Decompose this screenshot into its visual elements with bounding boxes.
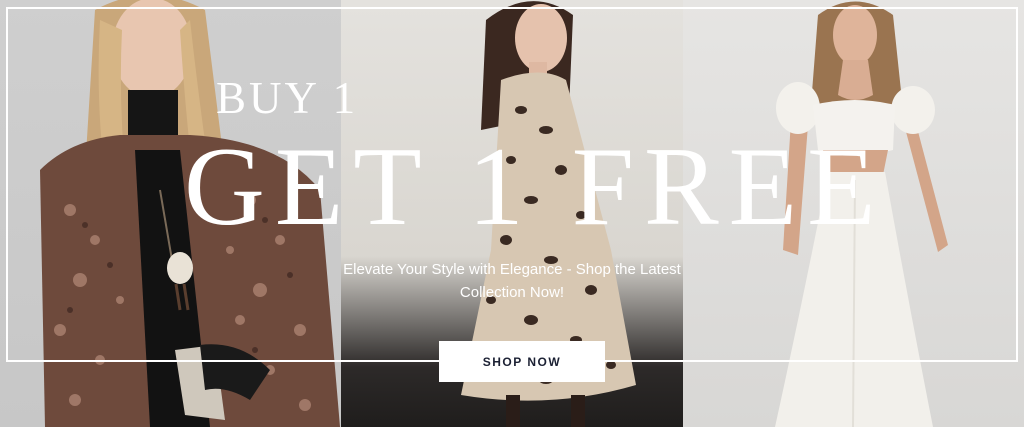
tagline-line-1: Elevate Your Style with Elegance - Shop … (343, 261, 681, 278)
headline-buy: BUY 1 (216, 73, 359, 123)
promo-banner: BUY 1 GET 1 FREE Elevate Your Style with… (0, 0, 1024, 427)
tagline: Elevate Your Style with Elegance - Shop … (292, 258, 732, 304)
tagline-line-2: Collection Now! (459, 284, 565, 301)
headline-get-free: GET 1 FREE (184, 125, 886, 249)
shop-now-button[interactable]: SHOP NOW (439, 341, 605, 382)
